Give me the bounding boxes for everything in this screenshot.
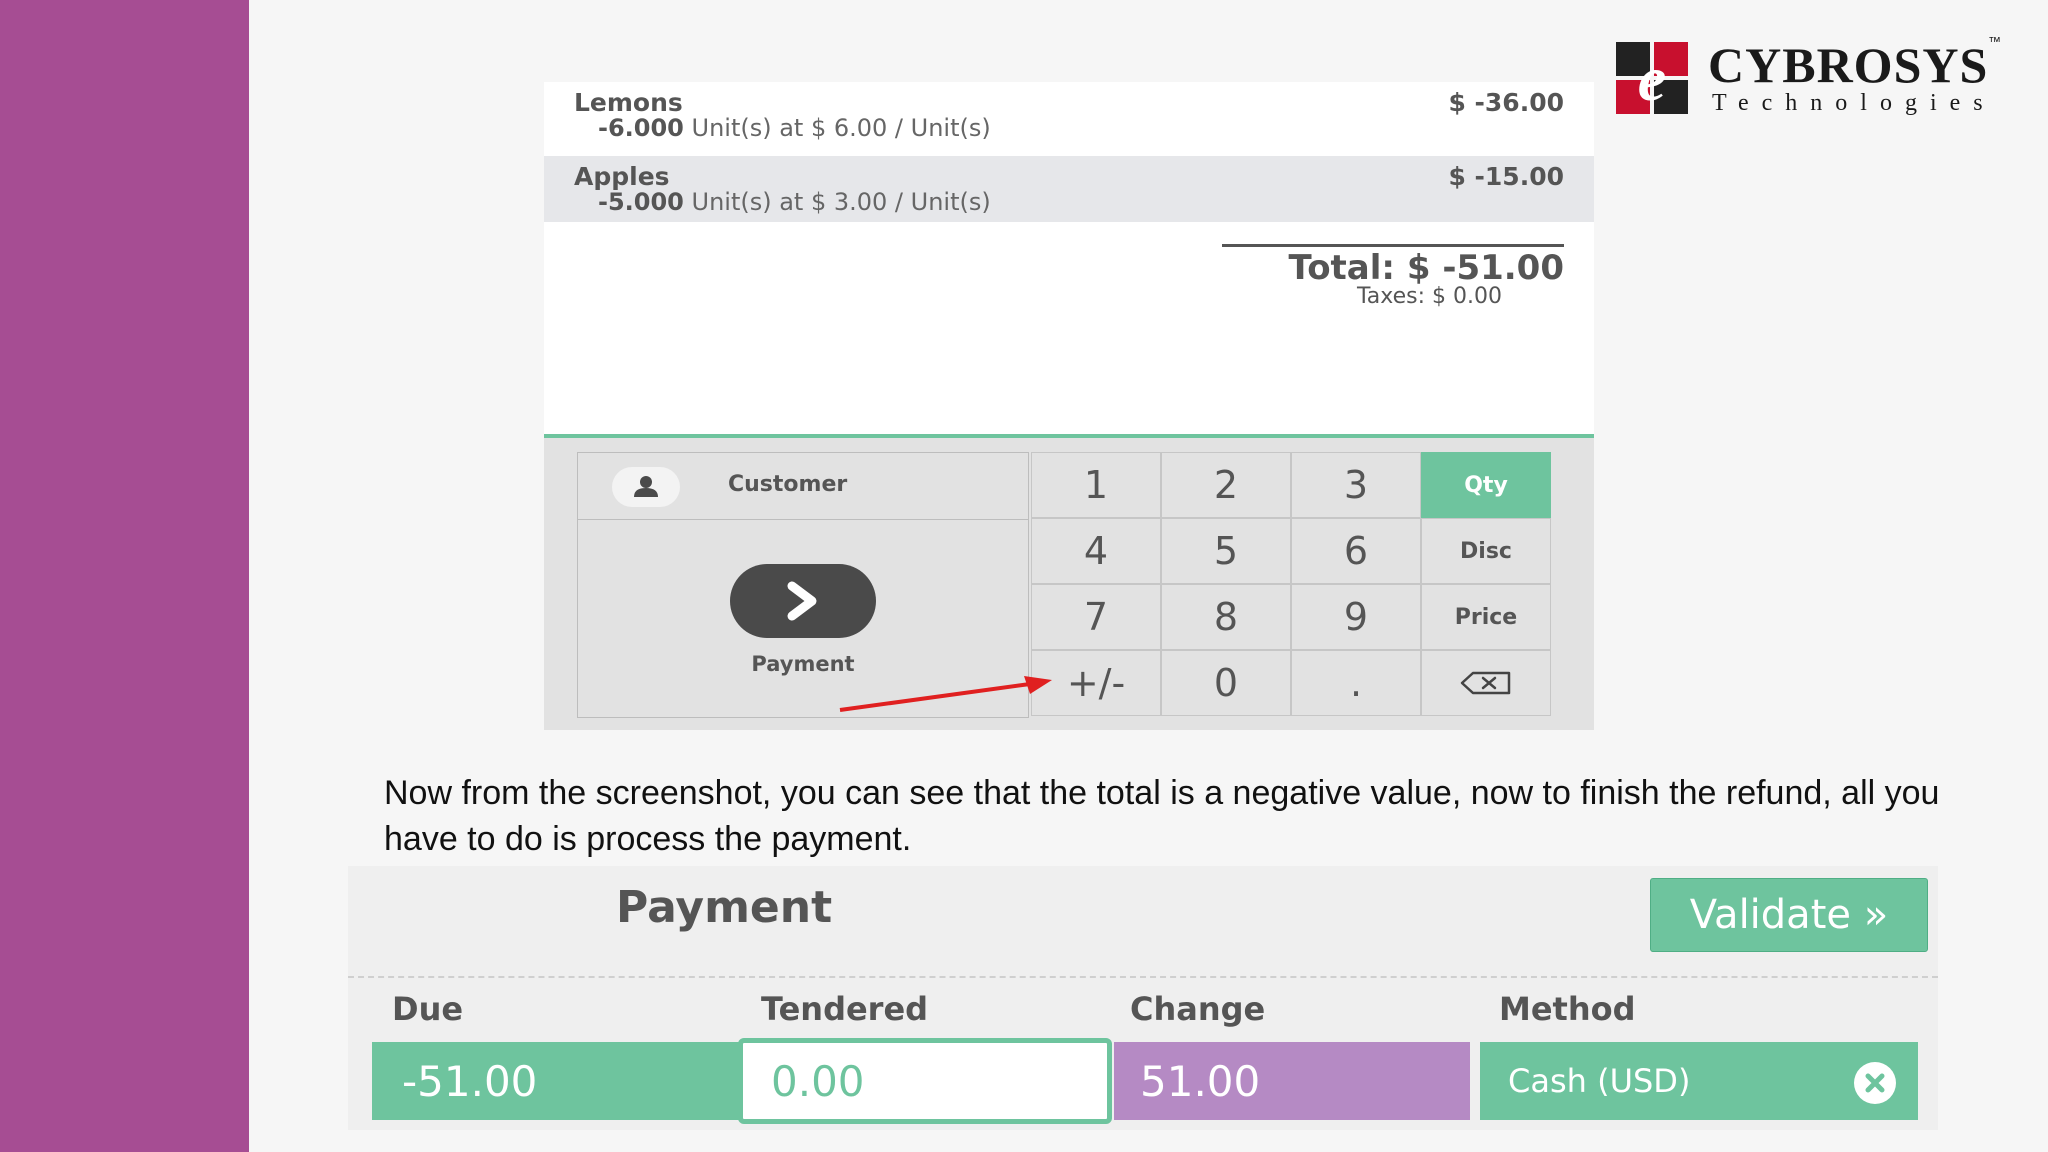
customer-avatar [612, 467, 680, 507]
tendered-header: Tendered [761, 990, 929, 1028]
tendered-input[interactable]: 0.00 [738, 1038, 1112, 1124]
order-total: Total: $ -51.00 [1288, 248, 1564, 288]
close-icon [1865, 1073, 1885, 1093]
mode-qty-button[interactable]: Qty [1421, 452, 1551, 518]
logo-name: CYBROSYS [1708, 37, 1989, 93]
numpad-key-decimal[interactable]: . [1291, 650, 1421, 716]
user-icon [634, 476, 658, 497]
total-divider [1222, 244, 1564, 247]
validate-button[interactable]: Validate » [1650, 878, 1928, 952]
numpad-key-8[interactable]: 8 [1161, 584, 1291, 650]
numpad: 1 2 3 Qty 4 5 6 Disc 7 8 9 Price +/- 0 . [1031, 452, 1561, 716]
order-line-price: $ -15.00 [1448, 162, 1564, 191]
order-line-qty: -5.000 [598, 188, 684, 216]
chevron-right-icon [787, 581, 817, 621]
annotation-arrow-icon [839, 676, 1052, 712]
due-header: Due [392, 990, 464, 1028]
numpad-key-4[interactable]: 4 [1031, 518, 1161, 584]
payment-screen: Payment Validate » Due Tendered Change M… [348, 866, 1938, 1130]
numpad-key-5[interactable]: 5 [1161, 518, 1291, 584]
remove-payment-button[interactable] [1854, 1062, 1896, 1104]
cybrosys-logo: e CYBROSYS ™ Technologies [1616, 34, 2026, 120]
order-line-price: $ -36.00 [1448, 88, 1564, 117]
order-taxes: Taxes: $ 0.00 [1357, 284, 1502, 309]
numpad-key-3[interactable]: 3 [1291, 452, 1421, 518]
logo-subtitle: Technologies [1712, 90, 1996, 116]
method-header: Method [1499, 990, 1636, 1028]
order-line-qty: -6.000 [598, 114, 684, 142]
change-amount: 51.00 [1114, 1042, 1470, 1120]
order-line-detail: -5.000 Unit(s) at $ 3.00 / Unit(s) [598, 188, 991, 216]
order-line-unit: Unit(s) at $ 6.00 / Unit(s) [683, 114, 991, 142]
numpad-key-6[interactable]: 6 [1291, 518, 1421, 584]
backspace-icon [1460, 671, 1511, 695]
numpad-key-2[interactable]: 2 [1161, 452, 1291, 518]
mode-price-button[interactable]: Price [1421, 584, 1551, 650]
order-line-selected[interactable]: Apples -5.000 Unit(s) at $ 3.00 / Unit(s… [544, 156, 1594, 222]
svg-text:e: e [1638, 43, 1666, 114]
payment-method-row[interactable]: Cash (USD) [1480, 1042, 1918, 1120]
slide-sidebar [0, 0, 249, 1152]
order-line-product: Apples [574, 162, 670, 191]
numpad-key-9[interactable]: 9 [1291, 584, 1421, 650]
order-line-detail: -6.000 Unit(s) at $ 6.00 / Unit(s) [598, 114, 991, 142]
payment-method-label: Cash (USD) [1508, 1062, 1691, 1100]
cybrosys-logo-mark-icon: e [1616, 42, 1688, 114]
due-amount: -51.00 [372, 1042, 740, 1120]
numpad-key-0[interactable]: 0 [1161, 650, 1291, 716]
numpad-key-7[interactable]: 7 [1031, 584, 1161, 650]
backspace-button[interactable] [1421, 650, 1551, 716]
payment-circle [730, 564, 876, 638]
header-divider [348, 976, 1938, 978]
order-line-unit: Unit(s) at $ 3.00 / Unit(s) [683, 188, 991, 216]
change-header: Change [1130, 990, 1266, 1028]
mode-disc-button[interactable]: Disc [1421, 518, 1551, 584]
instruction-paragraph: Now from the screenshot, you can see tha… [384, 774, 1940, 858]
pos-order-panel: Lemons -6.000 Unit(s) at $ 6.00 / Unit(s… [544, 82, 1594, 730]
order-line-product: Lemons [574, 88, 683, 117]
order-line[interactable]: Lemons -6.000 Unit(s) at $ 6.00 / Unit(s… [544, 82, 1594, 148]
customer-button[interactable]: Customer [578, 453, 1028, 520]
payment-title: Payment [616, 882, 833, 933]
customer-label: Customer [728, 472, 848, 497]
logo-trademark: ™ [1988, 34, 2001, 49]
numpad-key-1[interactable]: 1 [1031, 452, 1161, 518]
